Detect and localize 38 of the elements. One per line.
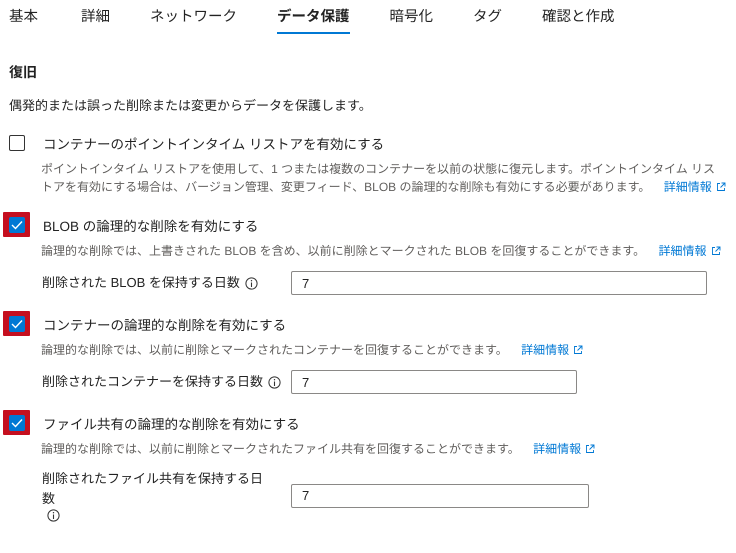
info-icon[interactable]: [268, 376, 282, 388]
tab[interactable]: 確認と作成: [542, 0, 614, 34]
external-link-icon: [716, 182, 726, 192]
tab[interactable]: 詳細: [81, 0, 110, 34]
section-description: 偶発的または誤った削除または変更からデータを保護します。: [9, 97, 373, 114]
option-description: ポイントインタイム リストアを使用して、1 つまたは複数のコンテナーを以前の状態に復元します。ポイントインタイム リストアを有効にする場合は、バージョン管理、変更フィード、BLOB の論理的な削除も有効にする必要があります。 詳細情報: [41, 160, 727, 196]
tab[interactable]: 暗号化: [390, 0, 433, 34]
tab[interactable]: 基本: [9, 0, 38, 34]
checkbox-label: BLOB の論理的な削除を有効にする: [43, 218, 258, 234]
option-description: 論理的な削除では、以前に削除とマークされたコンテナーを回復することができます。 詳細情報: [41, 341, 727, 359]
days-input[interactable]: 7: [291, 370, 577, 394]
checkbox[interactable]: [8, 216, 24, 232]
external-link-icon: [573, 345, 584, 355]
days-input[interactable]: 7: [291, 484, 589, 508]
external-link-icon: [585, 444, 596, 454]
info-icon[interactable]: [47, 509, 60, 522]
checkbox-label: コンテナーの論理的な削除を有効にする: [43, 316, 286, 334]
field-label: 削除されたコンテナーを保持する日数: [42, 373, 264, 391]
field-label: 削除されたファイル共有を保持する日数: [42, 470, 264, 508]
learn-more-link[interactable]: 詳細情報: [664, 180, 726, 194]
checkbox-label: ファイル共有の論理的な削除を有効にする: [43, 416, 300, 432]
info-icon[interactable]: [244, 276, 258, 290]
field-label: 削除された BLOB を保持する日数: [42, 274, 240, 292]
learn-more-link[interactable]: 詳細情報: [521, 343, 584, 357]
checkbox[interactable]: [8, 134, 24, 150]
section-title: 復旧: [9, 63, 38, 82]
option-description: 論理的な削除では、以前に削除とマークされたファイル共有を回復することができます。 詳細情報: [41, 440, 727, 458]
tab[interactable]: タグ: [473, 0, 502, 34]
checkbox-label: コンテナーのポイントインタイム リストアを有効にする: [43, 136, 384, 152]
days-input[interactable]: 7: [291, 271, 707, 295]
option-description: 論理的な削除では、上書きされた BLOB を含め、以前に削除とマークされた BLOB を回復することができます。 詳細情報: [41, 242, 727, 260]
tab[interactable]: ネットワーク: [150, 0, 237, 34]
checkbox[interactable]: [8, 316, 24, 332]
external-link-icon: [710, 246, 721, 256]
learn-more-link[interactable]: 詳細情報: [533, 442, 596, 456]
learn-more-link[interactable]: 詳細情報: [658, 244, 721, 258]
tab[interactable]: データ保護: [277, 0, 350, 34]
checkbox[interactable]: [8, 414, 24, 430]
